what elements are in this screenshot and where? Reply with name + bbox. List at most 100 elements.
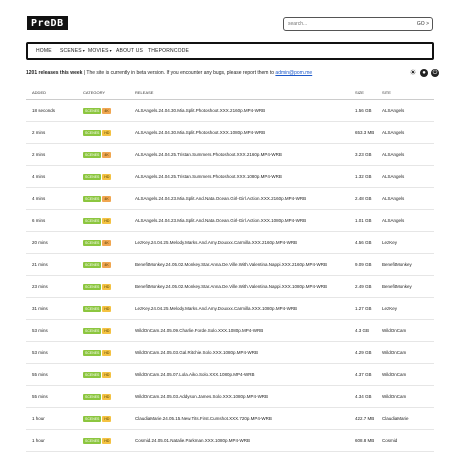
nav-item-scenes[interactable]: SCENES▾: [60, 44, 85, 58]
table-row[interactable]: 31 mins SCENES HD LezKey.24.04.25.Melody.Ma…: [26, 298, 434, 320]
power-icon[interactable]: ⏻: [431, 69, 439, 77]
quality-badge[interactable]: HD: [102, 130, 112, 136]
added-time: 31 mins: [32, 306, 48, 311]
category-badge[interactable]: SCENES: [83, 174, 102, 180]
quality-badge[interactable]: 4K: [102, 196, 111, 202]
nav-item-theporncode[interactable]: THEPORNCODE: [148, 44, 189, 58]
quality-badge[interactable]: 4K: [102, 240, 111, 246]
sun-icon[interactable]: ☀: [409, 69, 417, 77]
table-row[interactable]: 18 seconds SCENES 4K ALSAngels.24.04.30.Mia…: [26, 100, 434, 122]
release-site[interactable]: WildOnCam: [382, 393, 406, 400]
search-go-button[interactable]: GO >: [417, 19, 429, 29]
quality-badge[interactable]: HD: [102, 306, 112, 312]
quality-badge[interactable]: 4K: [102, 108, 111, 114]
release-site[interactable]: ALSAngels: [382, 217, 404, 224]
category-badge[interactable]: SCENES: [83, 196, 102, 202]
release-site[interactable]: Cosmid: [382, 437, 397, 444]
table-row[interactable]: 53 mins SCENES HD WildOnCam.24.05.09.Charli…: [26, 320, 434, 342]
category-badge[interactable]: SCENES: [83, 152, 102, 158]
table-row[interactable]: 1 hour SCENES HD Cosmid.24.05.01.Natalie.Pa…: [26, 430, 434, 452]
release-site[interactable]: WildOnCam: [382, 371, 406, 378]
release-site[interactable]: WildOnCam: [382, 327, 406, 334]
site-logo[interactable]: PreDB: [27, 16, 68, 30]
release-name[interactable]: BenefitMonkey.24.05.02.Monkey.Star.Anna.…: [135, 283, 327, 290]
category-badge[interactable]: SCENES: [83, 284, 102, 290]
release-name[interactable]: ALSAngels.24.04.25.Tristan.Summers.Photo…: [135, 151, 282, 158]
release-name[interactable]: WildOnCam.24.05.07.Lola.Aiko.Solo.XXX.10…: [135, 371, 255, 378]
table-row[interactable]: 2 mins SCENES 4K ALSAngels.24.04.25.Tristan…: [26, 144, 434, 166]
release-site[interactable]: BenefitMonkey: [382, 283, 412, 290]
release-name[interactable]: ALSAngels.24.04.30.Mia.Split.Photoshoot.…: [135, 107, 265, 114]
table-row[interactable]: 55 mins SCENES HD WildOnCam.24.05.03.Addyso…: [26, 386, 434, 408]
release-site[interactable]: ALSAngels: [382, 173, 404, 180]
quality-badge[interactable]: HD: [102, 394, 112, 400]
release-name[interactable]: ALSAngels.24.04.30.Mia.Split.Photoshoot.…: [135, 129, 265, 136]
release-name[interactable]: WildOnCam.24.05.09.Charlie.Forde.Solo.XX…: [135, 327, 263, 334]
quality-badge[interactable]: HD: [102, 438, 112, 444]
added-time: 2 mins: [32, 152, 46, 157]
release-name[interactable]: ALSAngels.24.04.25.Tristan.Summers.Photo…: [135, 173, 282, 180]
quality-badge[interactable]: HD: [102, 174, 112, 180]
release-name[interactable]: WildOnCam.24.05.03.Gal.Ritchie.Solo.XXX.…: [135, 349, 258, 356]
quality-badge[interactable]: HD: [102, 284, 112, 290]
quality-badge[interactable]: 4K: [102, 262, 111, 268]
release-name[interactable]: Cosmid.24.05.01.Natalie.Parkman.XXX.1080…: [135, 437, 250, 444]
category-badge[interactable]: SCENES: [83, 328, 102, 334]
table-row[interactable]: 21 mins SCENES 4K BenefitMonkey.24.05.02.Mo…: [26, 254, 434, 276]
table-row[interactable]: 4 mins SCENES HD ALSAngels.24.04.25.Tristan…: [26, 166, 434, 188]
release-site[interactable]: LezKey: [382, 305, 397, 312]
table-row[interactable]: 6 mins SCENES HD ALSAngels.24.04.23.Mia.Spl…: [26, 210, 434, 232]
category-badge[interactable]: SCENES: [83, 262, 102, 268]
table-row[interactable]: 23 mins SCENES HD BenefitMonkey.24.05.02.Mo…: [26, 276, 434, 298]
release-site[interactable]: WildOnCam: [382, 349, 406, 356]
release-site[interactable]: ALSAngels: [382, 195, 404, 202]
table-row[interactable]: 53 mins SCENES HD WildOnCam.24.05.03.Gal.Ri…: [26, 342, 434, 364]
release-site[interactable]: BenefitMonkey: [382, 261, 412, 268]
quality-badge[interactable]: HD: [102, 328, 112, 334]
nav-item-movies[interactable]: MOVIES▾: [88, 44, 112, 58]
category-badge[interactable]: SCENES: [83, 108, 102, 114]
release-site[interactable]: LezKey: [382, 239, 397, 246]
search-input[interactable]: [288, 19, 388, 29]
added-time: 53 mins: [32, 328, 48, 333]
quality-badge[interactable]: HD: [102, 416, 112, 422]
release-name[interactable]: ALSAngels.24.04.23.Mia.Split.And.Nata.Oc…: [135, 217, 306, 224]
release-name[interactable]: LezKey.24.04.25.Melody.Marks.And.Amy.Dou…: [135, 305, 297, 312]
column-header-site: SITE: [382, 90, 391, 95]
table-row[interactable]: 55 mins SCENES HD WildOnCam.24.05.07.Lola.A…: [26, 364, 434, 386]
nav-item-home[interactable]: HOME: [36, 44, 52, 58]
column-header-added: ADDED: [32, 90, 47, 95]
category-badge[interactable]: SCENES: [83, 372, 102, 378]
nav-item-about[interactable]: ABOUT US: [116, 44, 143, 58]
category-badge[interactable]: SCENES: [83, 218, 102, 224]
nav-item-label: THEPORNCODE: [148, 48, 190, 54]
category-badge[interactable]: SCENES: [83, 240, 102, 246]
release-site[interactable]: ClaudiaMarie: [382, 415, 409, 422]
release-name[interactable]: ALSAngels.24.04.23.Mia.Split.And.Nata.Oc…: [135, 195, 306, 202]
table-row[interactable]: 1 hour SCENES HD ClaudiaMarie.24.05.15.New.…: [26, 408, 434, 430]
table-row[interactable]: 20 mins SCENES 4K LezKey.24.04.25.Melody.Ma…: [26, 232, 434, 254]
release-name[interactable]: WildOnCam.24.05.03.Addyson.James.Solo.XX…: [135, 393, 268, 400]
table-row[interactable]: 2 mins SCENES HD ALSAngels.24.04.30.Mia.Spl…: [26, 122, 434, 144]
quality-badge[interactable]: HD: [102, 350, 112, 356]
quality-badge[interactable]: 4K: [102, 152, 111, 158]
category-badge[interactable]: SCENES: [83, 350, 102, 356]
chevron-down-icon: ▾: [82, 48, 85, 53]
quality-badge[interactable]: HD: [102, 218, 112, 224]
moon-icon[interactable]: ●: [420, 69, 428, 77]
release-site[interactable]: ALSAngels: [382, 107, 404, 114]
release-site[interactable]: ALSAngels: [382, 151, 404, 158]
release-name[interactable]: ClaudiaMarie.24.05.15.New.Tits.First.Cum…: [135, 415, 272, 422]
category-badge[interactable]: SCENES: [83, 416, 102, 422]
category-badge[interactable]: SCENES: [83, 394, 102, 400]
release-name[interactable]: LezKey.24.04.25.Melody.Marks.And.Amy.Dou…: [135, 239, 297, 246]
release-name[interactable]: BenefitMonkey.24.05.02.Monkey.Star.Anna.…: [135, 261, 327, 268]
contact-email-link[interactable]: admin@pom.me: [275, 70, 312, 76]
quality-badge[interactable]: HD: [102, 372, 112, 378]
table-body: 18 seconds SCENES 4K ALSAngels.24.04.30.Mia…: [26, 100, 434, 452]
release-site[interactable]: ALSAngels: [382, 129, 404, 136]
category-badge[interactable]: SCENES: [83, 306, 102, 312]
table-row[interactable]: 4 mins SCENES 4K ALSAngels.24.04.23.Mia.Spl…: [26, 188, 434, 210]
category-badge[interactable]: SCENES: [83, 438, 102, 444]
category-badge[interactable]: SCENES: [83, 130, 102, 136]
